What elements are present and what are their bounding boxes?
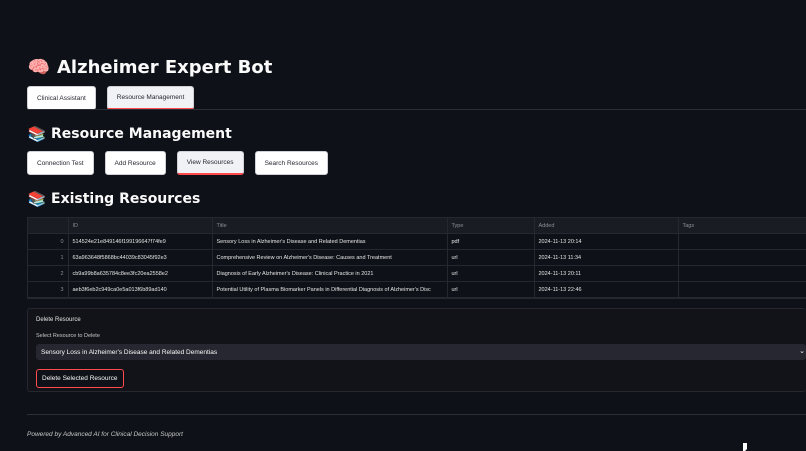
resources-table[interactable]: ID Title Type Added Tags 0 514524e21e849… bbox=[27, 217, 806, 299]
column-header-added[interactable]: Added bbox=[534, 218, 679, 234]
cell-added[interactable]: 2024-11-13 20:11 bbox=[534, 265, 679, 282]
cell-title[interactable]: Comprehensive Review on Alzheimer's Dise… bbox=[212, 249, 448, 266]
table-row[interactable]: 3 aeb3f6eb2c949ca0e5a013f6b89ad140 Poten… bbox=[28, 281, 806, 298]
column-header-type[interactable]: Type bbox=[447, 218, 535, 234]
table-header-row: ID Title Type Added Tags bbox=[28, 218, 806, 234]
books-icon: 📚 bbox=[27, 190, 47, 208]
cell-type[interactable]: url bbox=[447, 281, 535, 298]
view-resources-button[interactable]: View Resources bbox=[176, 151, 244, 175]
cell-title[interactable]: Potential Utility of Plasma Biomarker Pa… bbox=[212, 281, 448, 298]
page-title: 🧠 Alzheimer Expert Bot bbox=[27, 54, 273, 82]
cell-tags[interactable] bbox=[678, 281, 806, 298]
delete-resource-form: Delete Resource Select Resource to Delet… bbox=[27, 308, 806, 392]
footer-divider bbox=[27, 414, 806, 415]
footer-text: Powered by Advanced AI for Clinical Deci… bbox=[27, 431, 183, 438]
connection-test-button[interactable]: Connection Test bbox=[27, 151, 94, 175]
cell-index: 0 bbox=[28, 233, 69, 250]
cell-type[interactable]: url bbox=[447, 249, 535, 266]
column-header-id[interactable]: ID bbox=[68, 218, 213, 234]
resource-management-heading: 📚 Resource Management bbox=[27, 124, 232, 144]
cell-added[interactable]: 2024-11-13 11:34 bbox=[534, 249, 679, 266]
search-resources-button[interactable]: Search Resources bbox=[254, 151, 329, 175]
cell-id[interactable]: aeb3f6eb2c949ca0e5a013f6b89ad140 bbox=[68, 281, 213, 298]
cell-index: 2 bbox=[28, 265, 69, 282]
cell-title[interactable]: Sensory Loss in Alzheimer's Disease and … bbox=[212, 233, 448, 250]
page-title-text: Alzheimer Expert Bot bbox=[57, 57, 273, 78]
table-row[interactable]: 2 cb9a99b8a635784c8ee3fc20ea2558e2 Diagn… bbox=[28, 265, 806, 282]
tab-resource-management[interactable]: Resource Management bbox=[106, 86, 195, 110]
add-resource-button[interactable]: Add Resource bbox=[104, 151, 166, 175]
resource-select[interactable]: Sensory Loss in Alzheimer's Disease and … bbox=[36, 344, 806, 360]
cell-tags[interactable] bbox=[678, 265, 806, 282]
books-icon: 📚 bbox=[27, 125, 47, 143]
resource-management-heading-text: Resource Management bbox=[51, 126, 232, 142]
mouse-cursor-icon bbox=[743, 443, 747, 451]
cell-id[interactable]: 63a963648f5868bc44039c83045f92e3 bbox=[68, 249, 213, 266]
resource-actions: Connection Test Add Resource View Resour… bbox=[27, 151, 329, 175]
cell-tags[interactable] bbox=[678, 249, 806, 266]
column-header-index[interactable] bbox=[28, 218, 69, 234]
app-page: 🧠 Alzheimer Expert Bot Clinical Assistan… bbox=[0, 0, 806, 451]
chevron-down-icon: ⌄ bbox=[799, 348, 805, 355]
cell-id[interactable]: cb9a99b8a635784c8ee3fc20ea2558e2 bbox=[68, 265, 213, 282]
table-row[interactable]: 1 63a963648f5868bc44039c83045f92e3 Compr… bbox=[28, 249, 806, 266]
delete-resource-title: Delete Resource bbox=[36, 317, 81, 323]
tab-clinical-assistant[interactable]: Clinical Assistant bbox=[27, 86, 96, 110]
column-header-title[interactable]: Title bbox=[212, 218, 448, 234]
main-tabs: Clinical Assistant Resource Management bbox=[27, 86, 195, 110]
cell-index: 1 bbox=[28, 249, 69, 266]
brain-icon: 🧠 bbox=[27, 57, 51, 78]
cell-added[interactable]: 2024-11-13 22:46 bbox=[534, 281, 679, 298]
cell-id[interactable]: 514524e21e849146f199196647f74fe9 bbox=[68, 233, 213, 250]
table-row[interactable]: 0 514524e21e849146f199196647f74fe9 Senso… bbox=[28, 233, 806, 250]
divider bbox=[27, 109, 806, 110]
delete-selected-resource-button[interactable]: Delete Selected Resource bbox=[36, 369, 124, 388]
column-header-tags[interactable]: Tags bbox=[678, 218, 806, 234]
cell-title[interactable]: Diagnosis of Early Alzheimer's Disease: … bbox=[212, 265, 448, 282]
select-resource-label: Select Resource to Delete bbox=[36, 333, 100, 339]
resource-select-value: Sensory Loss in Alzheimer's Disease and … bbox=[41, 348, 218, 356]
cell-type[interactable]: url bbox=[447, 265, 535, 282]
cell-index: 3 bbox=[28, 281, 69, 298]
cell-type[interactable]: pdf bbox=[447, 233, 535, 250]
cell-tags[interactable] bbox=[678, 233, 806, 250]
existing-resources-heading-text: Existing Resources bbox=[51, 191, 201, 207]
cell-added[interactable]: 2024-11-13 20:14 bbox=[534, 233, 679, 250]
existing-resources-heading: 📚 Existing Resources bbox=[27, 189, 201, 209]
